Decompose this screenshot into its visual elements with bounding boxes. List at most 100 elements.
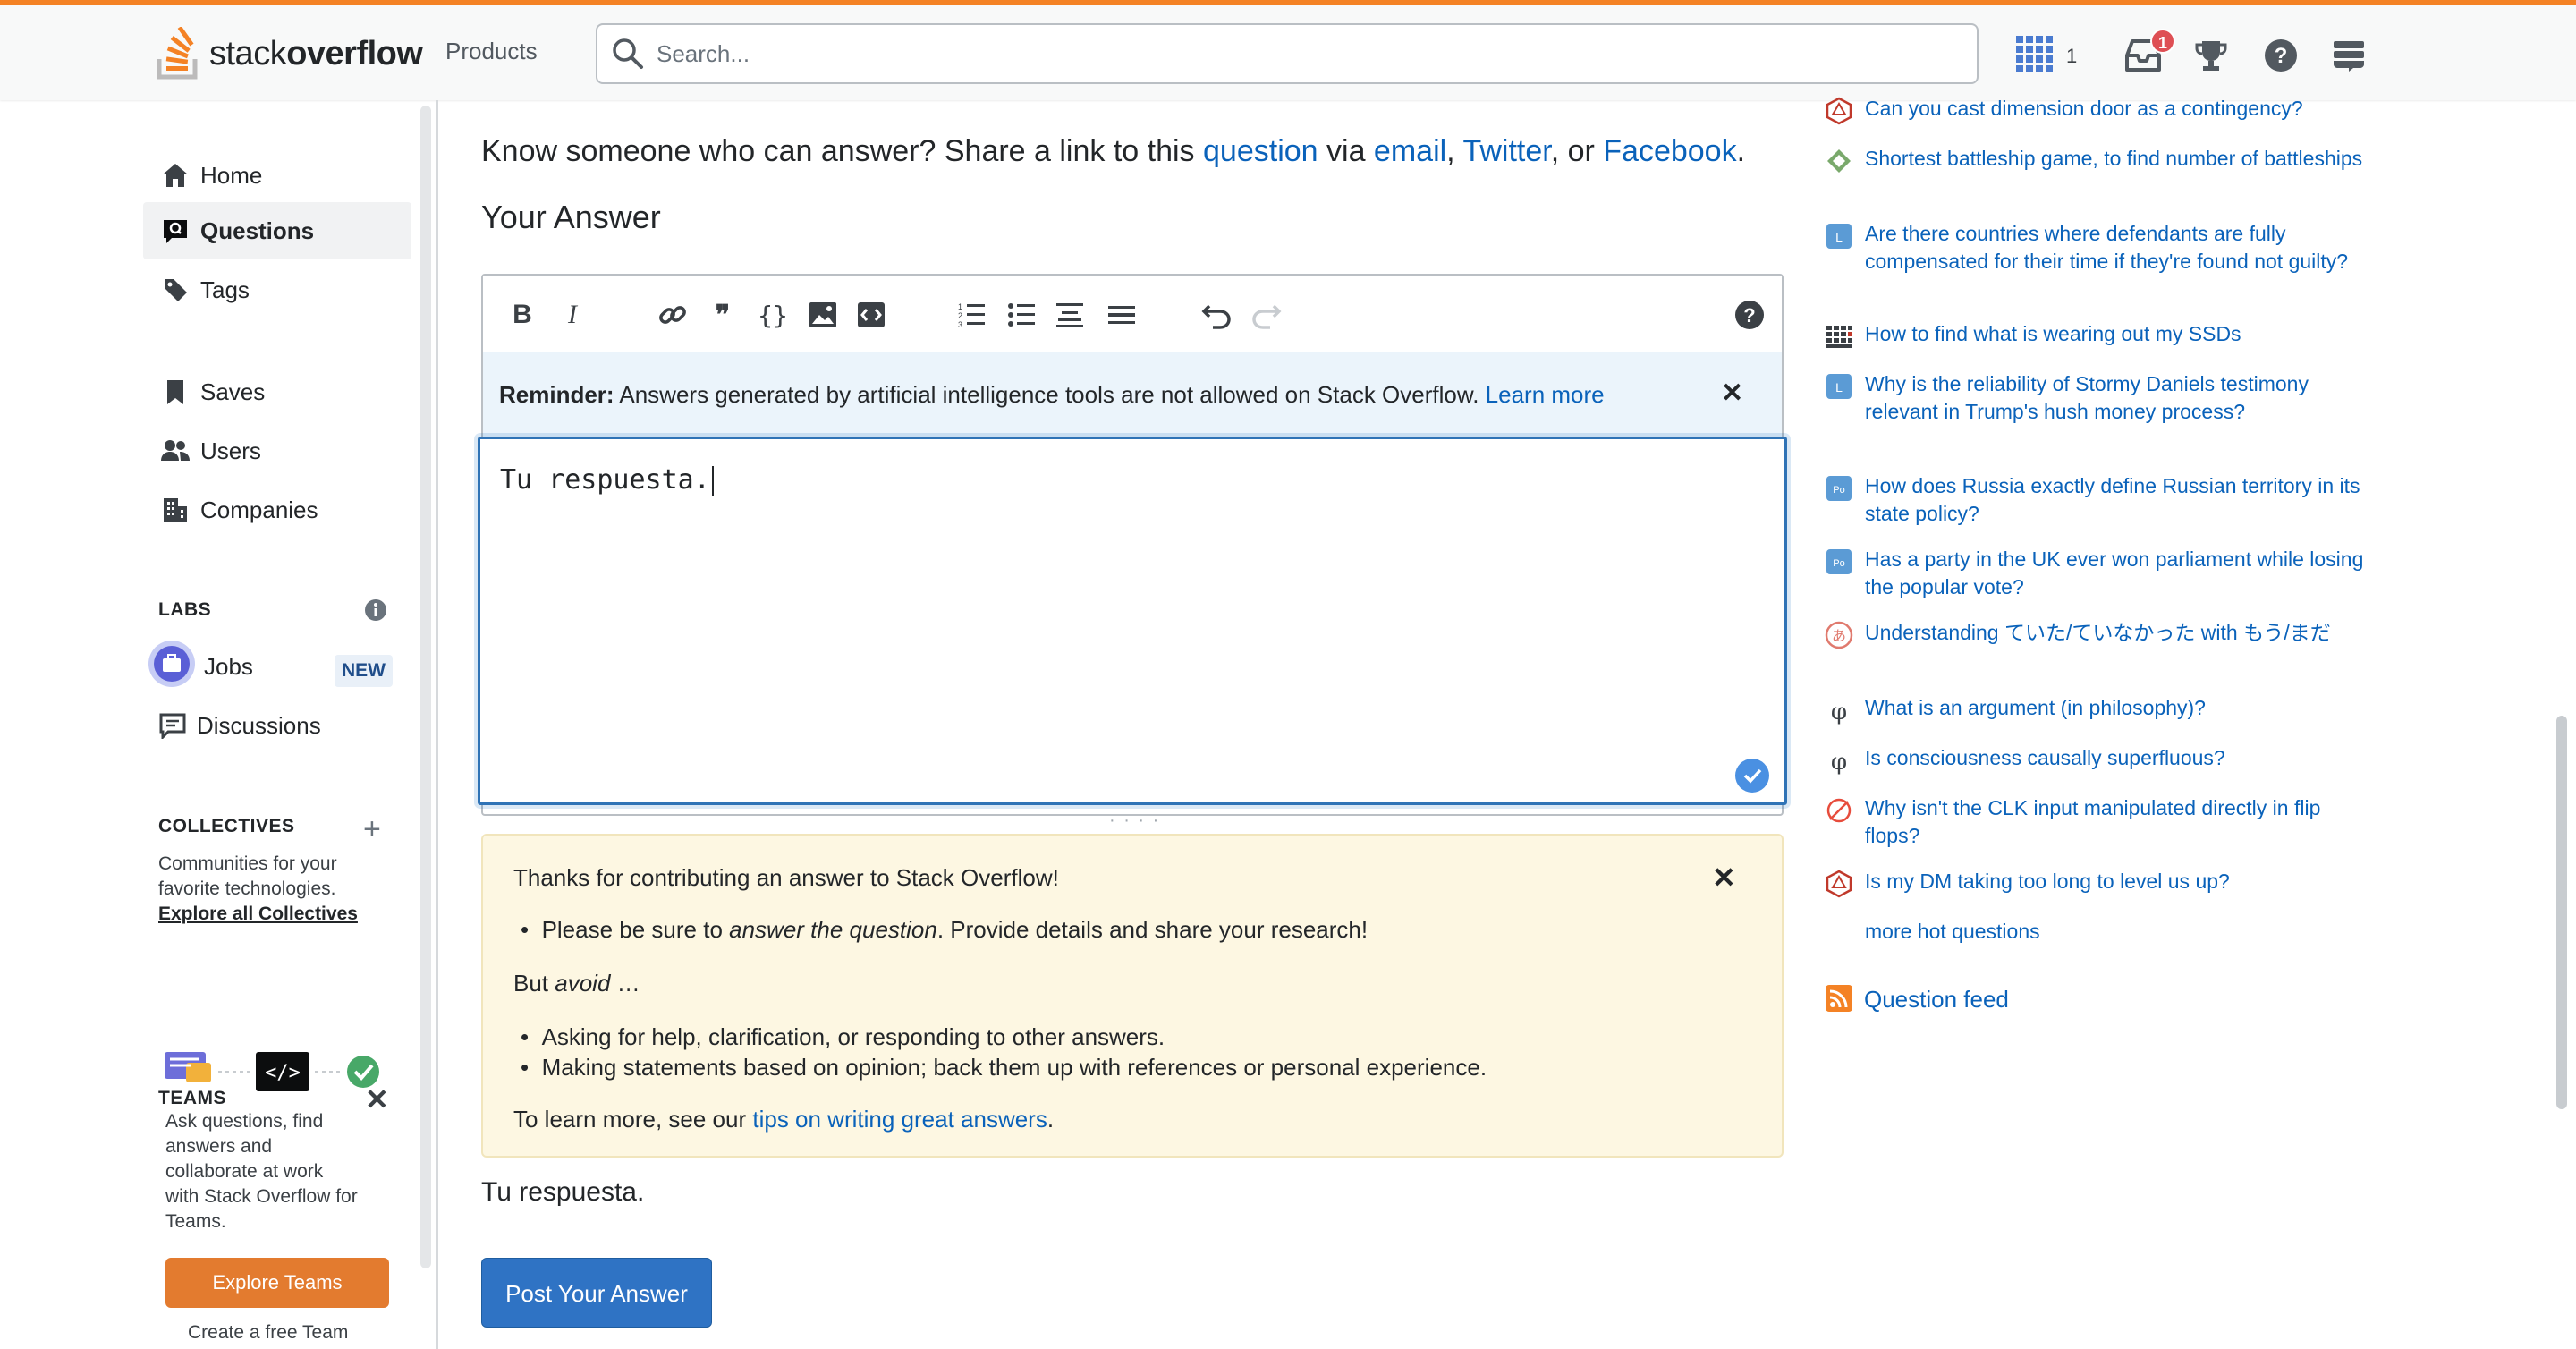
horizontal-rule-icon[interactable]: [1104, 297, 1140, 333]
sidebar-item-users[interactable]: Users: [143, 422, 411, 479]
bullet-list-icon[interactable]: [1004, 297, 1039, 333]
question-feed-link[interactable]: Question feed: [1864, 986, 2009, 1014]
italic-icon[interactable]: I: [555, 297, 590, 333]
numbered-list-icon[interactable]: 123: [953, 297, 989, 333]
page-scrollbar[interactable]: [2555, 0, 2567, 1349]
sidebar-item-tags[interactable]: Tags: [143, 261, 411, 318]
sidebar-scrollbar[interactable]: [420, 106, 431, 1268]
sidebar-item-discussions[interactable]: Discussions: [197, 712, 321, 740]
japanese-icon: あ: [1825, 621, 1853, 649]
notice-bullet-2: • Asking for help, clarification, or res…: [521, 1023, 1165, 1050]
collectives-heading: COLLECTIVES: [158, 816, 295, 836]
notice-but: But avoid …: [513, 970, 640, 997]
scrollbar-thumb[interactable]: [2556, 716, 2567, 1109]
svg-text:?: ?: [2275, 44, 2288, 68]
sidebar-item-jobs[interactable]: Jobs: [204, 653, 253, 681]
teams-illustration-icon: </>: [165, 1052, 388, 1107]
contribution-notice: Thanks for contributing an answer to Sta…: [481, 834, 1784, 1158]
heading-icon[interactable]: [1052, 297, 1088, 333]
tips-link[interactable]: tips on writing great answers: [752, 1106, 1046, 1133]
reminder-text: Answers generated by artificial intellig…: [614, 381, 1479, 408]
code-icon[interactable]: {}: [755, 297, 791, 333]
sidebar-item-label: Questions: [200, 216, 315, 244]
share-prompt: Know someone who can answer? Share a lin…: [481, 134, 1746, 168]
home-icon: [159, 159, 191, 191]
answer-editor: B I ❞ {} 123 ? Reminder: Answers generat…: [478, 274, 1787, 830]
grammar-check-icon[interactable]: [1734, 758, 1770, 798]
post-answer-button[interactable]: Post Your Answer: [481, 1258, 712, 1328]
bold-icon[interactable]: B: [504, 297, 540, 333]
snippet-icon[interactable]: [853, 297, 889, 333]
editor-help-icon[interactable]: ?: [1732, 297, 1767, 333]
site-switcher-icon[interactable]: [2331, 38, 2367, 78]
share-email-link[interactable]: email: [1374, 134, 1446, 168]
undo-icon[interactable]: [1199, 297, 1234, 333]
collectives-desc-1: Communities for your: [158, 853, 337, 874]
search-icon: [613, 38, 643, 69]
politics-icon: Po: [1825, 547, 1853, 576]
inbox-badge: 1: [2150, 29, 2175, 54]
search-input[interactable]: [655, 34, 1961, 73]
reminder-label: Reminder:: [499, 381, 614, 408]
info-icon[interactable]: [363, 598, 388, 627]
svg-text:L: L: [1835, 380, 1843, 395]
sidebar-item-label: Companies: [200, 496, 318, 523]
plus-icon[interactable]: +: [363, 812, 381, 847]
notice-learn-more: To learn more, see our tips on writing g…: [513, 1106, 1055, 1133]
logo-text: stackoverflow: [209, 34, 423, 72]
products-menu[interactable]: Products: [445, 38, 538, 65]
create-team-link[interactable]: Create a free Team: [188, 1320, 348, 1345]
share-twitter-link[interactable]: Twitter: [1462, 134, 1550, 168]
teams-desc-1: Ask questions, find: [165, 1111, 324, 1132]
discussions-icon: [159, 712, 186, 743]
sidebar-item-home[interactable]: Home: [143, 147, 411, 204]
share-facebook-link[interactable]: Facebook: [1603, 134, 1736, 168]
achievements-grid-icon[interactable]: [2014, 34, 2057, 81]
notice-bullet-1: • Please be sure to answer the question.…: [521, 916, 1368, 943]
resize-grip[interactable]: · · · ·: [1109, 810, 1160, 831]
link-icon[interactable]: [655, 297, 691, 333]
answer-text: Tu respuesta.: [500, 464, 710, 496]
close-icon[interactable]: ✕: [1712, 861, 1736, 895]
teams-desc-5: Teams.: [165, 1211, 226, 1232]
learn-more-link[interactable]: Learn more: [1486, 381, 1605, 408]
teams-desc-3: collaborate at work: [165, 1161, 324, 1182]
unix-icon: [1825, 322, 1853, 351]
new-badge: NEW: [335, 655, 393, 687]
explore-teams-button[interactable]: Explore Teams: [165, 1258, 389, 1308]
bookmark-icon: [159, 376, 191, 408]
trophy-icon[interactable]: [2193, 38, 2229, 78]
editor-toolbar: B I ❞ {} 123 ?: [483, 276, 1782, 352]
redo-icon[interactable]: [1249, 297, 1284, 333]
electronics-icon: [1825, 796, 1853, 825]
stackoverflow-logo[interactable]: stackoverflow: [156, 25, 423, 82]
sidebar-item-companies[interactable]: Companies: [143, 481, 411, 539]
sidebar-item-questions[interactable]: Questions: [143, 202, 411, 259]
tag-icon: [159, 274, 191, 306]
teams-desc-2: answers and: [165, 1136, 273, 1157]
notice-title: Thanks for contributing an answer to Sta…: [513, 864, 1059, 891]
help-icon[interactable]: ?: [2263, 38, 2299, 78]
answer-textarea[interactable]: Tu respuesta.: [478, 437, 1787, 805]
svg-text:L: L: [1835, 230, 1843, 244]
jobs-icon-ring: [148, 641, 195, 687]
share-question-link[interactable]: question: [1203, 134, 1318, 168]
stack-logo-icon: [157, 27, 198, 80]
blockquote-icon[interactable]: ❞: [705, 297, 741, 333]
svg-text:3: 3: [958, 320, 962, 329]
search-bar[interactable]: [596, 23, 1979, 84]
achievements-count: 1: [2066, 45, 2078, 67]
image-icon[interactable]: [805, 297, 841, 333]
sidebar-item-label: Users: [200, 437, 261, 464]
top-bar: stackoverflow Products 1 1 ?: [0, 0, 2576, 100]
left-sidebar: Home Questions Tags Saves Users Companie…: [0, 100, 438, 1349]
svg-text:1: 1: [958, 302, 962, 311]
explore-collectives-link[interactable]: Explore all Collectives: [158, 902, 358, 927]
notice-bullet-3: • Making statements based on opinion; ba…: [521, 1054, 1487, 1081]
sidebar-item-saves[interactable]: Saves: [143, 363, 411, 420]
close-icon[interactable]: ✕: [1721, 378, 1743, 409]
svg-text:あ: あ: [1832, 627, 1846, 644]
rss-icon[interactable]: [1825, 984, 1853, 1017]
briefcase-icon: [154, 646, 190, 682]
building-icon: [159, 494, 191, 526]
